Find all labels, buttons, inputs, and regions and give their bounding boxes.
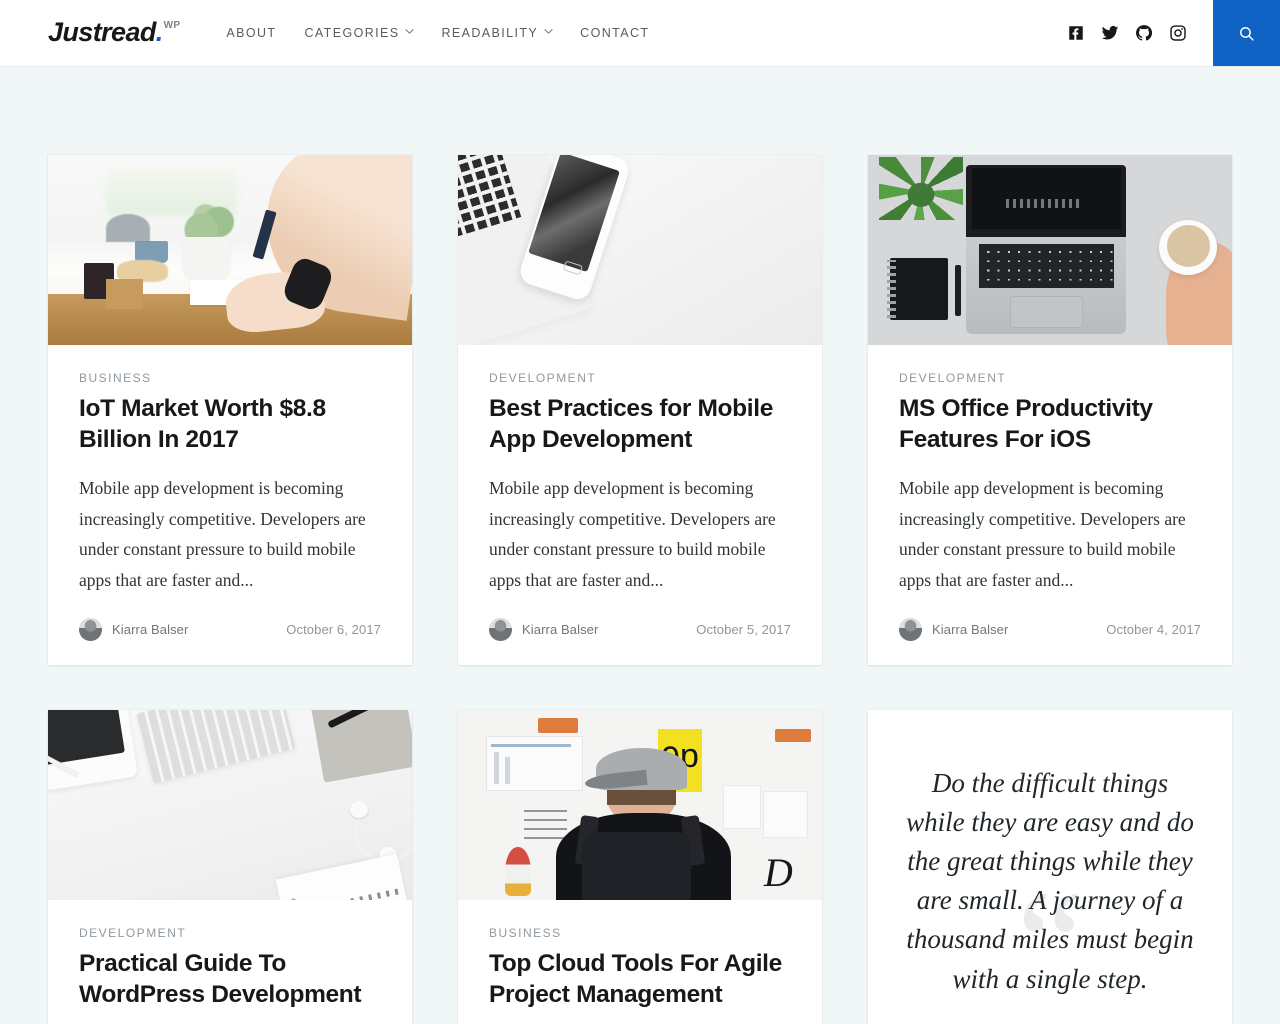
image-white-smartphone-beside-laptop: [458, 155, 822, 345]
github-icon[interactable]: [1135, 24, 1153, 42]
facebook-icon[interactable]: [1067, 24, 1085, 42]
post-card[interactable]: BUSINESS IoT Market Worth $8.8 Billion I…: [48, 155, 412, 665]
post-title[interactable]: MS Office Productivity Features For iOS: [899, 394, 1201, 456]
image-man-at-whiteboard: 9d D: [458, 709, 822, 900]
post-category[interactable]: DEVELOPMENT: [899, 371, 1201, 385]
post-author[interactable]: Kiarra Balser: [899, 617, 1009, 641]
post-body: DEVELOPMENT Best Practices for Mobile Ap…: [458, 345, 822, 596]
post-body: DEVELOPMENT MS Office Productivity Featu…: [868, 345, 1232, 596]
post-card[interactable]: DEVELOPMENT MS Office Productivity Featu…: [868, 155, 1232, 665]
logo-text: Justread.: [48, 17, 163, 47]
main-content: BUSINESS IoT Market Worth $8.8 Billion I…: [0, 67, 1280, 1024]
nav-item-readability[interactable]: READABILITY: [427, 0, 566, 67]
avatar: [899, 617, 922, 641]
post-date: October 6, 2017: [286, 621, 381, 637]
post-title[interactable]: Top Cloud Tools For Agile Project Manage…: [489, 949, 791, 1011]
site-logo[interactable]: Justread. WP: [0, 0, 180, 66]
instagram-icon[interactable]: [1169, 24, 1187, 42]
image-white-desk-flatlay: [48, 709, 412, 900]
avatar: [489, 617, 512, 641]
post-grid: BUSINESS IoT Market Worth $8.8 Billion I…: [48, 155, 1232, 1024]
post-category[interactable]: BUSINESS: [489, 926, 791, 940]
post-meta: Kiarra Balser October 4, 2017: [868, 596, 1232, 665]
nav-item-categories[interactable]: CATEGORIES: [290, 0, 427, 67]
nav-label: READABILITY: [441, 26, 539, 40]
twitter-icon[interactable]: [1101, 24, 1119, 42]
nav-label: CONTACT: [580, 26, 650, 40]
post-excerpt: Mobile app development is becoming incre…: [489, 477, 776, 591]
post-excerpt: Mobile app development is becoming incre…: [899, 477, 1186, 591]
social-links: [1067, 0, 1213, 66]
author-name: Kiarra Balser: [932, 621, 1009, 637]
image-laptop-flatlay-with-coffee: [868, 155, 1232, 345]
chevron-down-icon: [405, 28, 415, 36]
post-body: DEVELOPMENT Practical Guide To WordPress…: [48, 900, 412, 1024]
logo-superscript: WP: [163, 20, 181, 31]
post-title[interactable]: IoT Market Worth $8.8 Billion In 2017: [79, 394, 381, 456]
post-thumbnail[interactable]: [48, 709, 412, 900]
search-icon: [1240, 26, 1254, 41]
post-card[interactable]: DEVELOPMENT Best Practices for Mobile Ap…: [458, 155, 822, 665]
post-title[interactable]: Practical Guide To WordPress Development: [79, 949, 381, 1011]
site-header: Justread. WP ABOUT CATEGORIES READABILIT…: [0, 0, 1280, 67]
quote-post-card[interactable]: “ Do the difficult things while they are…: [868, 709, 1232, 1024]
post-card[interactable]: 9d D BUSINESS Top C: [458, 709, 822, 1024]
post-category[interactable]: DEVELOPMENT: [489, 371, 791, 385]
main-navigation: ABOUT CATEGORIES READABILITY CONTACT: [226, 0, 663, 66]
logo-dot: .: [155, 17, 163, 47]
post-thumbnail[interactable]: [458, 155, 822, 345]
post-body: BUSINESS IoT Market Worth $8.8 Billion I…: [48, 345, 412, 596]
post-category[interactable]: BUSINESS: [79, 371, 381, 385]
avatar: [79, 617, 102, 641]
quote-body: “ Do the difficult things while they are…: [868, 710, 1232, 1024]
nav-item-about[interactable]: ABOUT: [226, 0, 290, 67]
post-body: BUSINESS Top Cloud Tools For Agile Proje…: [458, 900, 822, 1024]
image-hands-writing-at-bright-desk: [48, 155, 412, 345]
post-excerpt: Mobile app development is becoming incre…: [79, 477, 366, 591]
post-meta: Kiarra Balser October 5, 2017: [458, 596, 822, 665]
post-card[interactable]: DEVELOPMENT Practical Guide To WordPress…: [48, 709, 412, 1024]
header-right: [1067, 0, 1280, 66]
post-author[interactable]: Kiarra Balser: [79, 617, 189, 641]
post-thumbnail[interactable]: [48, 155, 412, 345]
post-date: October 4, 2017: [1106, 621, 1201, 637]
post-author[interactable]: Kiarra Balser: [489, 617, 599, 641]
author-name: Kiarra Balser: [112, 621, 189, 637]
post-date: October 5, 2017: [696, 621, 791, 637]
post-title[interactable]: Best Practices for Mobile App Developmen…: [489, 394, 791, 456]
nav-label: CATEGORIES: [304, 26, 400, 40]
search-button[interactable]: [1213, 0, 1280, 66]
chevron-down-icon: [544, 28, 553, 36]
nav-label: ABOUT: [226, 26, 277, 40]
nav-item-contact[interactable]: CONTACT: [566, 0, 663, 67]
post-meta: Kiarra Balser October 6, 2017: [48, 596, 412, 665]
author-name: Kiarra Balser: [522, 621, 599, 637]
post-thumbnail[interactable]: 9d D: [458, 709, 822, 900]
post-category[interactable]: DEVELOPMENT: [79, 926, 381, 940]
post-thumbnail[interactable]: [868, 155, 1232, 345]
quote-text: Do the difficult things while they are e…: [906, 767, 1194, 994]
